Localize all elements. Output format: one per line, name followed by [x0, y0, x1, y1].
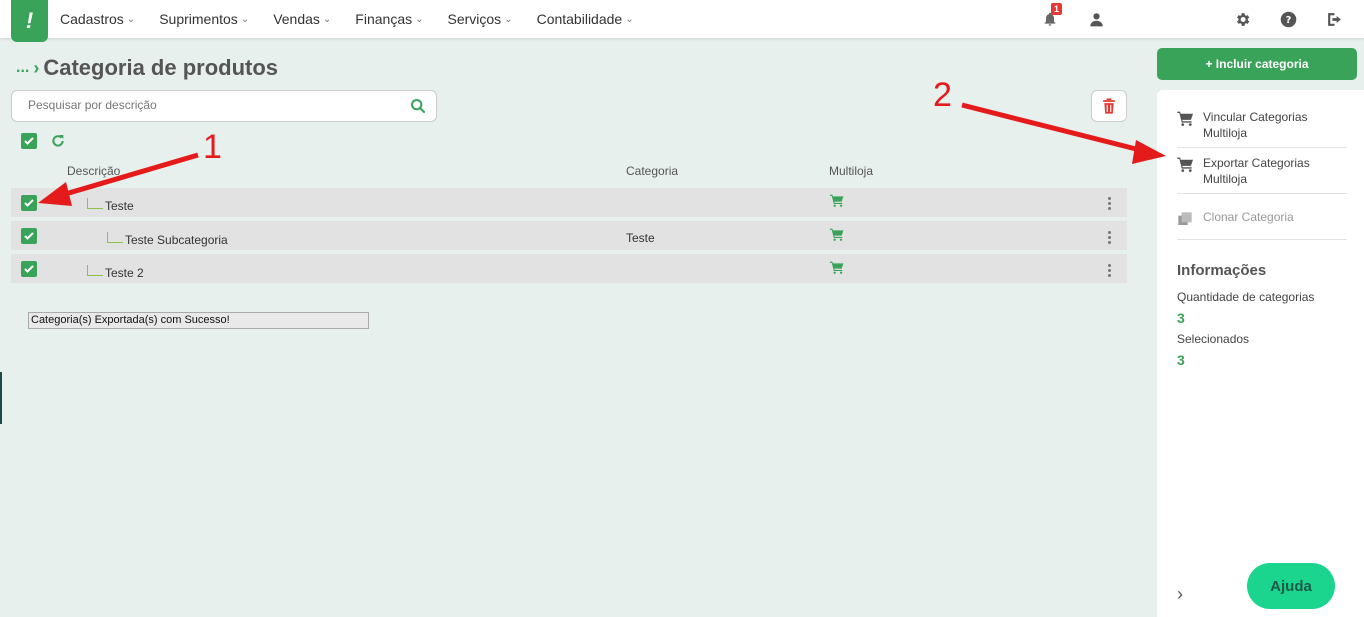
row-menu-icon[interactable] — [1107, 264, 1111, 277]
menu-label: Serviços — [447, 11, 502, 27]
divider — [1177, 193, 1347, 194]
top-navbar: ! Cadastros ⌄ Suprimentos ⌄ Vendas ⌄ Finanç… — [0, 0, 1364, 42]
svg-text:?: ? — [1285, 15, 1291, 26]
row-checkbox[interactable] — [21, 261, 37, 277]
breadcrumb: ... › Categoria de produtos — [16, 55, 278, 81]
info-title: Informações — [1177, 262, 1267, 279]
row-menu-icon[interactable] — [1107, 197, 1111, 210]
menu-label: Finanças — [355, 11, 413, 27]
left-edge-marker — [0, 372, 2, 424]
cart-icon — [1177, 157, 1193, 172]
selected-count-value: 3 — [1177, 352, 1185, 368]
trash-icon — [1103, 98, 1115, 114]
cart-icon — [1177, 111, 1193, 126]
annotation-number-2: 2 — [933, 76, 952, 114]
menu-label: Suprimentos — [159, 11, 238, 27]
chevron-down-icon: ⌄ — [504, 13, 513, 25]
row-description: Teste 2 — [105, 266, 144, 280]
check-icon — [24, 137, 34, 145]
app-logo[interactable]: ! — [11, 0, 48, 42]
delete-button[interactable] — [1091, 90, 1127, 122]
notification-badge: 1 — [1051, 3, 1062, 15]
export-multistore-categories-action[interactable]: Exportar Categorias Multiloja — [1177, 155, 1347, 187]
link-multistore-categories-action[interactable]: Vincular Categorias Multiloja — [1177, 109, 1347, 141]
search-box — [11, 90, 437, 122]
divider — [1177, 147, 1347, 148]
chevron-right-icon: › — [33, 57, 40, 78]
column-header-description[interactable]: Descrição — [67, 164, 120, 178]
side-panel: Vincular Categorias Multiloja Exportar Ca… — [1157, 90, 1364, 617]
menu-label: Cadastros — [60, 11, 124, 27]
page-title: Categoria de produtos — [43, 55, 279, 80]
row-description: Teste — [105, 199, 134, 213]
row-checkbox[interactable] — [21, 195, 37, 211]
table-row[interactable]: Teste 2 — [11, 254, 1127, 283]
cart-icon — [830, 228, 844, 241]
action-label: Vincular Categorias — [1203, 110, 1308, 124]
search-input[interactable] — [28, 98, 388, 112]
tree-connector — [87, 198, 103, 209]
select-all-checkbox[interactable] — [21, 133, 37, 149]
divider — [1177, 239, 1347, 240]
breadcrumb-ellipsis[interactable]: ... — [16, 59, 29, 77]
clone-category-action[interactable]: Clonar Categoria — [1177, 209, 1347, 231]
logout-icon — [1327, 12, 1341, 26]
cart-icon — [830, 194, 844, 207]
chevron-right-icon[interactable]: › — [1177, 584, 1183, 605]
check-icon — [24, 265, 34, 273]
row-description: Teste Subcategoria — [125, 233, 228, 247]
selected-count-label: Selecionados — [1177, 332, 1250, 346]
chevron-down-icon: ⌄ — [322, 13, 332, 25]
menu-financas[interactable]: Finanças ⌄ — [355, 11, 423, 27]
chevron-down-icon: ⌄ — [415, 13, 424, 25]
success-message: Categoria(s) Exportada(s) com Sucesso! — [28, 312, 369, 329]
action-label: Exportar Categorias — [1203, 156, 1310, 170]
user-icon — [1089, 12, 1103, 26]
chevron-down-icon: ⌄ — [625, 13, 634, 25]
tree-connector — [107, 232, 123, 243]
action-label-line2: Multiloja — [1203, 172, 1248, 186]
row-checkbox[interactable] — [21, 228, 37, 244]
help-top-button[interactable]: ? — [1278, 9, 1298, 29]
menu-cadastros[interactable]: Cadastros ⌄ — [60, 11, 135, 27]
logo-mark: ! — [25, 8, 34, 33]
category-count-label: Quantidade de categorias — [1177, 290, 1315, 304]
add-category-button[interactable]: + Incluir categoria — [1157, 48, 1357, 80]
cart-icon — [830, 261, 844, 274]
help-button[interactable]: Ajuda — [1247, 563, 1335, 609]
gear-icon — [1236, 12, 1249, 26]
clone-icon — [1178, 212, 1192, 225]
help-icon: ? — [1280, 11, 1296, 27]
annotation-number-1: 1 — [203, 128, 222, 166]
check-icon — [24, 232, 34, 240]
menu-label: Contabilidade — [536, 11, 623, 27]
menu-suprimentos[interactable]: Suprimentos ⌄ — [159, 11, 249, 27]
table-row[interactable]: Teste Subcategoria Teste — [11, 221, 1127, 250]
category-count-value: 3 — [1177, 310, 1185, 326]
tree-connector — [87, 265, 103, 276]
row-category: Teste — [626, 231, 655, 245]
table-row[interactable]: Teste — [11, 188, 1127, 217]
menu-label: Vendas — [273, 11, 320, 27]
menu-contabilidade[interactable]: Contabilidade ⌄ — [537, 11, 634, 27]
action-label: Clonar Categoria — [1203, 210, 1294, 224]
chevron-down-icon: ⌄ — [240, 13, 250, 25]
column-header-category[interactable]: Categoria — [626, 164, 678, 178]
chevron-down-icon: ⌄ — [126, 13, 136, 25]
refresh-icon[interactable] — [50, 133, 66, 149]
search-icon[interactable] — [410, 98, 426, 114]
logout-button[interactable] — [1324, 9, 1344, 29]
row-menu-icon[interactable] — [1107, 231, 1111, 244]
notifications-button[interactable]: 1 — [1040, 3, 1062, 29]
settings-button[interactable] — [1232, 9, 1252, 29]
column-header-multistore[interactable]: Multiloja — [829, 164, 873, 178]
check-icon — [24, 199, 34, 207]
menu-servicos[interactable]: Serviços ⌄ — [448, 11, 513, 27]
user-button[interactable] — [1086, 9, 1106, 29]
main-menu: Cadastros ⌄ Suprimentos ⌄ Vendas ⌄ Finanças… — [60, 0, 658, 38]
action-label-line2: Multiloja — [1203, 126, 1248, 140]
menu-vendas[interactable]: Vendas ⌄ — [273, 11, 331, 27]
